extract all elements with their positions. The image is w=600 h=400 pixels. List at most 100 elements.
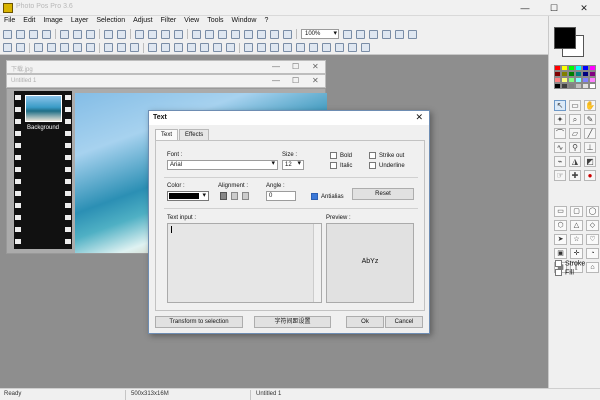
menu-file[interactable]: File	[0, 16, 19, 27]
character-spacing-button[interactable]: 字符间距设置	[254, 316, 331, 328]
rectangle-shape-icon[interactable]: ▭	[554, 206, 567, 217]
menu-adjust[interactable]: Adjust	[129, 16, 156, 27]
rect-select-icon[interactable]	[3, 43, 12, 52]
gradient-tool-icon[interactable]: ◩	[584, 156, 596, 167]
doc-front-minimize[interactable]: —	[272, 76, 280, 85]
print-icon[interactable]	[42, 29, 51, 39]
move-icon[interactable]	[47, 43, 56, 52]
layer-del-icon[interactable]	[86, 43, 95, 52]
foreground-color[interactable]	[554, 27, 576, 49]
reset-button[interactable]: Reset	[352, 188, 414, 200]
redeye-tool-icon[interactable]: ●	[584, 170, 596, 181]
clone-tool-icon[interactable]: ⚲	[569, 142, 581, 153]
align-center-icon[interactable]	[231, 192, 238, 200]
close-button[interactable]: ✕	[570, 0, 598, 16]
eraser-tool-icon[interactable]: ▱	[569, 128, 581, 139]
doc-window-front[interactable]: Untitled 1 — ☐ ✕	[6, 74, 326, 88]
paste-icon[interactable]	[86, 29, 95, 39]
copy-icon[interactable]	[73, 29, 82, 39]
filter8-icon[interactable]	[335, 43, 344, 52]
filter3-icon[interactable]	[270, 43, 279, 52]
open-icon[interactable]	[16, 29, 25, 39]
hand-tool-icon[interactable]: ✋	[584, 100, 596, 111]
magic-wand-icon[interactable]	[34, 43, 43, 52]
zoom-in-icon[interactable]	[343, 29, 352, 39]
palette-swatch[interactable]	[554, 83, 561, 89]
crop-icon[interactable]	[161, 29, 170, 39]
menu-filter[interactable]: Filter	[157, 16, 181, 27]
menu-edit[interactable]: Edit	[19, 16, 39, 27]
polygon-shape-icon[interactable]: ⬡	[554, 220, 567, 231]
antialias-checkbox[interactable]: Antialias	[311, 193, 344, 200]
transform-to-selection-button[interactable]: Transform to selection	[155, 316, 243, 328]
callout-shape-icon[interactable]: ▣	[554, 248, 567, 259]
palette-swatch[interactable]	[582, 83, 589, 89]
stamp-tool-icon[interactable]: ⊥	[584, 142, 596, 153]
menu-image[interactable]: Image	[39, 16, 66, 27]
doc-window-back[interactable]: 下载.jpg — ☐ ✕	[6, 60, 326, 74]
doc-back-maximize[interactable]: ☐	[292, 62, 299, 71]
select-all-icon[interactable]	[135, 29, 144, 39]
dropper-tool-icon[interactable]: ⌁	[554, 156, 566, 167]
menu-window[interactable]: Window	[228, 16, 261, 27]
levels-icon[interactable]	[174, 43, 183, 52]
arrow-shape-icon[interactable]: ➤	[554, 234, 567, 245]
save-icon[interactable]	[29, 29, 38, 39]
hue-icon[interactable]	[200, 43, 209, 52]
zoom-fit-icon[interactable]	[382, 29, 391, 39]
diamond-shape-icon[interactable]: ◇	[586, 220, 599, 231]
ellipse-shape-icon[interactable]: ◯	[586, 206, 599, 217]
triangle-shape-icon[interactable]: △	[570, 220, 583, 231]
flip-icon[interactable]	[205, 29, 214, 39]
filter5-icon[interactable]	[296, 43, 305, 52]
adjust-icon[interactable]	[148, 43, 157, 52]
line-tool-icon[interactable]: ╱	[584, 128, 596, 139]
bucket-tool-icon[interactable]: ◮	[569, 156, 581, 167]
menu-selection[interactable]: Selection	[92, 16, 129, 27]
star-shape-icon[interactable]: ☆	[570, 234, 583, 245]
doc-back-close[interactable]: ✕	[312, 62, 319, 71]
redo-icon[interactable]	[117, 29, 126, 39]
airbrush-tool-icon[interactable]: ∿	[554, 142, 566, 153]
doc-back-minimize[interactable]: —	[272, 62, 280, 71]
zoom-actual-icon[interactable]	[369, 29, 378, 39]
grid-icon[interactable]	[117, 43, 126, 52]
deselect-icon[interactable]	[148, 29, 157, 39]
heart-shape-icon[interactable]: ♡	[586, 234, 599, 245]
layer-icon[interactable]	[60, 43, 69, 52]
cut-icon[interactable]	[60, 29, 69, 39]
fill-checkbox[interactable]: Fill	[555, 269, 574, 276]
angle-input[interactable]: 0	[266, 191, 296, 201]
maximize-button[interactable]: ☐	[540, 0, 568, 16]
doc-front-maximize[interactable]: ☐	[292, 76, 299, 85]
zoom-out-icon[interactable]	[356, 29, 365, 39]
ok-button[interactable]: Ok	[346, 316, 384, 328]
contrast-icon[interactable]	[187, 43, 196, 52]
tab-text[interactable]: Text	[155, 129, 179, 140]
dialog-close-button[interactable]: ✕	[415, 112, 423, 123]
bold-checkbox[interactable]: Bold	[330, 152, 352, 159]
tab-effects[interactable]: Effects	[179, 129, 210, 140]
pen-tool-icon[interactable]: ✎	[584, 114, 596, 125]
select-tool-icon[interactable]: ▭	[569, 100, 581, 111]
cancel-button[interactable]: Cancel	[385, 316, 423, 328]
font-select[interactable]: Arial	[167, 160, 278, 170]
filter4-icon[interactable]	[283, 43, 292, 52]
brush-icon[interactable]	[283, 29, 292, 39]
text-input-scrollbar[interactable]	[313, 224, 321, 302]
filter2-icon[interactable]	[257, 43, 266, 52]
filter1-icon[interactable]	[244, 43, 253, 52]
palette-swatch[interactable]	[561, 83, 568, 89]
filter6-icon[interactable]	[309, 43, 318, 52]
filter10-icon[interactable]	[361, 43, 370, 52]
layer-thumbnail[interactable]	[25, 95, 62, 122]
color-picker[interactable]: ▾	[167, 191, 209, 201]
brush-tool-icon[interactable]: ⌒	[554, 128, 566, 139]
align-right-icon[interactable]	[242, 192, 249, 200]
pen-icon[interactable]	[130, 43, 139, 52]
align-icon[interactable]	[104, 43, 113, 52]
underline-checkbox[interactable]: Underline	[369, 162, 405, 169]
filter9-icon[interactable]	[348, 43, 357, 52]
wand-tool-icon[interactable]: ✦	[554, 114, 566, 125]
pie-shape-icon[interactable]: ◔	[586, 248, 599, 259]
